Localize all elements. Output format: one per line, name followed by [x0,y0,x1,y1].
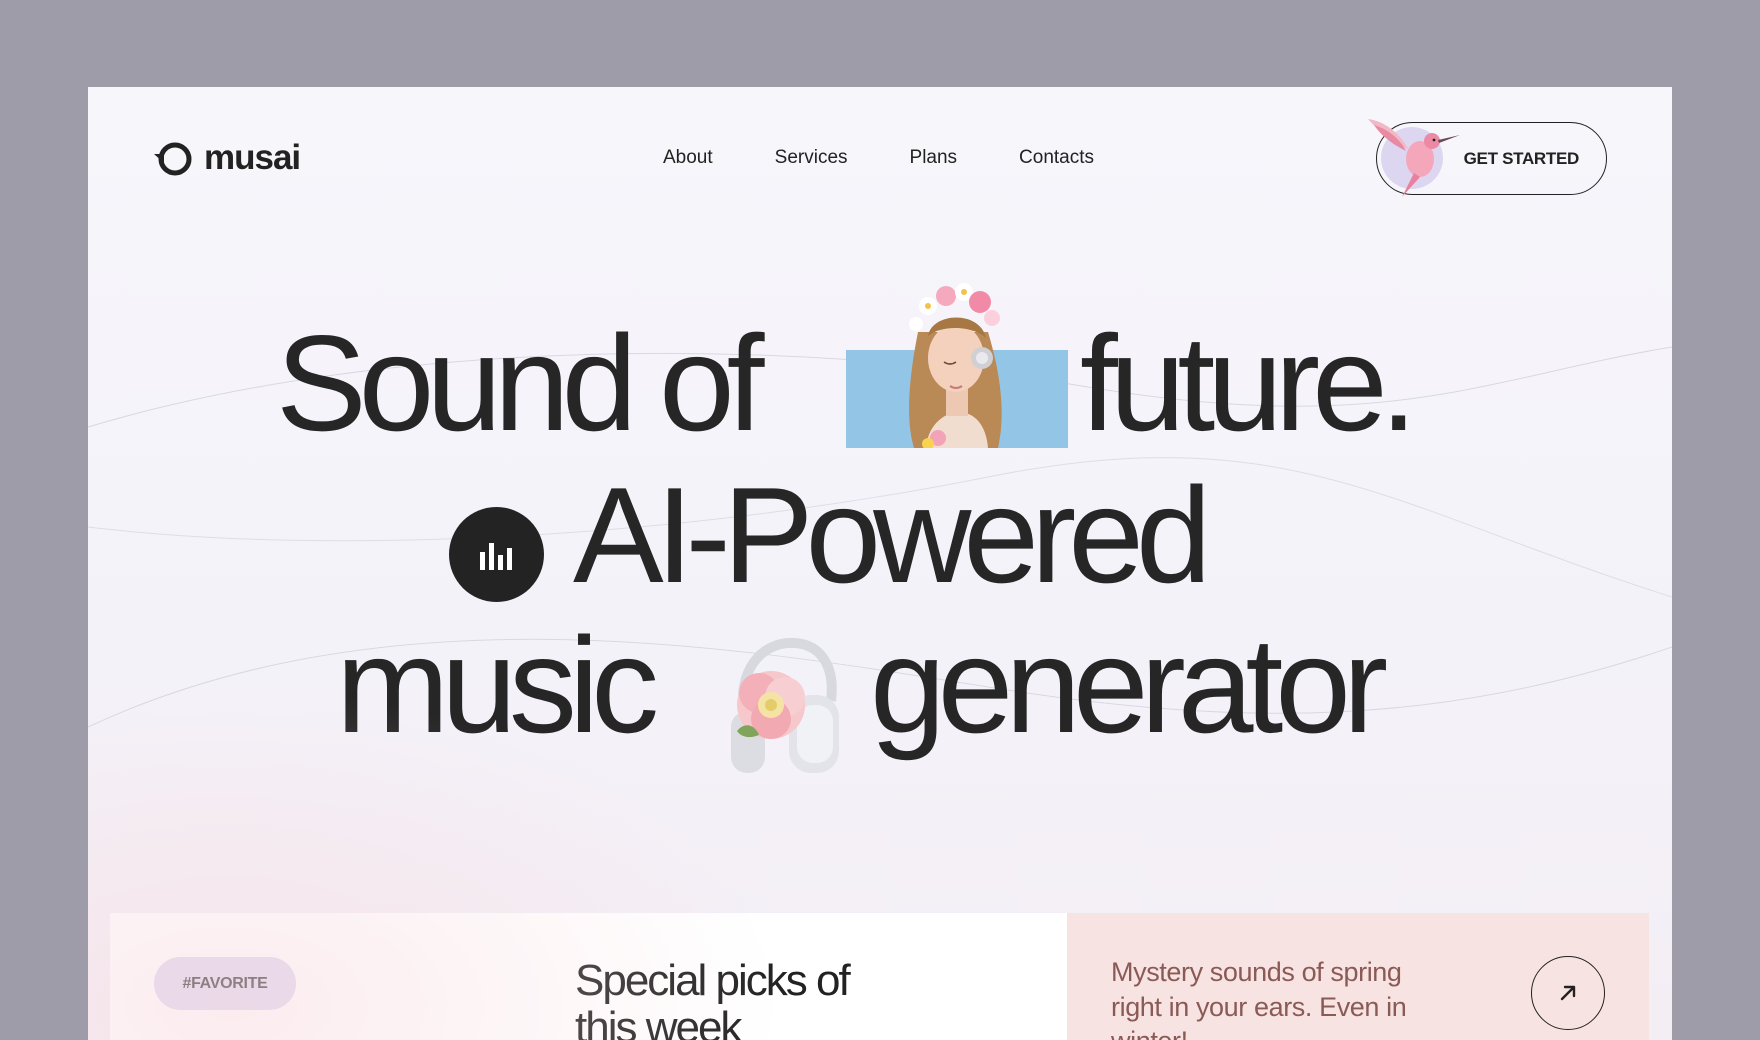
hero-line3-generator: generator [870,609,1388,761]
equalizer-badge [449,507,544,602]
favorite-tag[interactable]: #FAVORITE [154,957,296,1010]
landing-page-frame: musai About Services Plans Contacts GET … [88,87,1672,1040]
hero-line1-sound-of: Sound of [276,307,764,459]
nav-item-services[interactable]: Services [775,147,848,169]
hero-line1-future: future. [1080,307,1418,459]
promo-arrow-button[interactable] [1531,956,1605,1030]
favorite-picks-card[interactable]: #FAVORITE Special picks of this week [110,913,1067,1040]
nav-item-about[interactable]: About [663,147,713,169]
get-started-label: GET STARTED [1463,148,1580,168]
brand-name: musai [204,138,301,177]
flower-headphones-image [731,637,839,773]
flower-crown-girl-image [909,283,1002,448]
main-nav: About Services Plans Contacts [663,147,1094,169]
hero-line2-ai-powered: AI-Powered [573,459,1212,611]
favorite-title: Special picks of this week [575,956,851,1040]
nav-item-plans[interactable]: Plans [910,147,958,169]
brand-logo[interactable]: musai [152,137,301,179]
equalizer-icon [479,542,512,570]
hero-line3-music: music [336,609,659,761]
hummingbird-image [1368,119,1460,197]
promo-text: Mystery sounds of spring right in your e… [1111,957,1407,1040]
arrow-up-right-icon [1560,985,1576,1001]
nav-item-contacts[interactable]: Contacts [1019,147,1094,169]
spring-promo-card[interactable]: Mystery sounds of spring right in your e… [1067,913,1649,1040]
ring-logo-icon [154,142,192,176]
